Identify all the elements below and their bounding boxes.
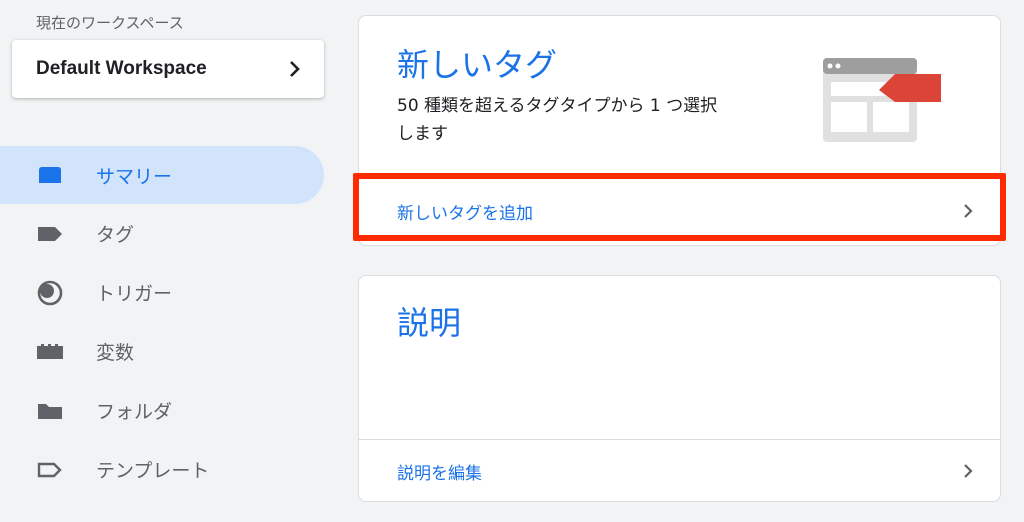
side-nav: サマリー タグ トリガー 変数 フォルダ テンプレート bbox=[0, 146, 340, 499]
sidebar-item-variables[interactable]: 変数 bbox=[0, 322, 324, 381]
divider bbox=[359, 174, 1000, 175]
new-tag-card: 新しいタグ 50 種類を超えるタグタイプから 1 つ選択します 新しいタグを追加 bbox=[358, 15, 1001, 246]
sidebar-item-label: タグ bbox=[96, 224, 135, 246]
sidebar-item-label: サマリー bbox=[96, 165, 173, 188]
sidebar-item-summary[interactable]: サマリー bbox=[0, 146, 324, 204]
template-icon bbox=[36, 459, 64, 481]
description-card: 説明 説明を編集 bbox=[358, 275, 1001, 502]
sidebar: 現在のワークスペース Default Workspace サマリー タグ トリガ… bbox=[0, 0, 340, 522]
new-tag-title: 新しいタグ bbox=[397, 46, 558, 84]
workspace-caption: 現在のワークスペース bbox=[36, 14, 184, 32]
chevron-right-icon bbox=[964, 204, 973, 218]
description-title: 説明 bbox=[397, 304, 462, 342]
sidebar-item-label: テンプレート bbox=[96, 460, 210, 482]
folder-icon bbox=[36, 400, 64, 422]
tag-icon bbox=[36, 223, 64, 245]
edit-description-link[interactable]: 説明を編集 bbox=[359, 440, 1000, 502]
sidebar-item-label: トリガー bbox=[96, 283, 173, 305]
sidebar-item-label: 変数 bbox=[96, 342, 135, 364]
sidebar-item-templates[interactable]: テンプレート bbox=[0, 440, 324, 499]
edit-description-label: 説明を編集 bbox=[397, 463, 482, 484]
chevron-right-icon bbox=[290, 61, 300, 77]
chevron-right-icon bbox=[964, 464, 973, 478]
workspace-selector[interactable]: Default Workspace bbox=[12, 40, 324, 98]
trigger-icon bbox=[36, 280, 64, 305]
page: 現在のワークスペース Default Workspace サマリー タグ トリガ… bbox=[0, 0, 1024, 522]
add-new-tag-label: 新しいタグを追加 bbox=[397, 203, 533, 224]
add-new-tag-link[interactable]: 新しいタグを追加 bbox=[359, 176, 1000, 246]
variables-icon bbox=[36, 341, 64, 363]
workspace-name: Default Workspace bbox=[36, 58, 207, 79]
summary-icon bbox=[36, 164, 64, 186]
sidebar-item-label: フォルダ bbox=[96, 401, 173, 423]
tag-illustration-icon bbox=[823, 58, 941, 142]
sidebar-item-folders[interactable]: フォルダ bbox=[0, 381, 324, 440]
sidebar-item-tags[interactable]: タグ bbox=[0, 204, 324, 263]
new-tag-description: 50 種類を超えるタグタイプから 1 つ選択します bbox=[397, 96, 718, 144]
sidebar-item-triggers[interactable]: トリガー bbox=[0, 263, 324, 322]
